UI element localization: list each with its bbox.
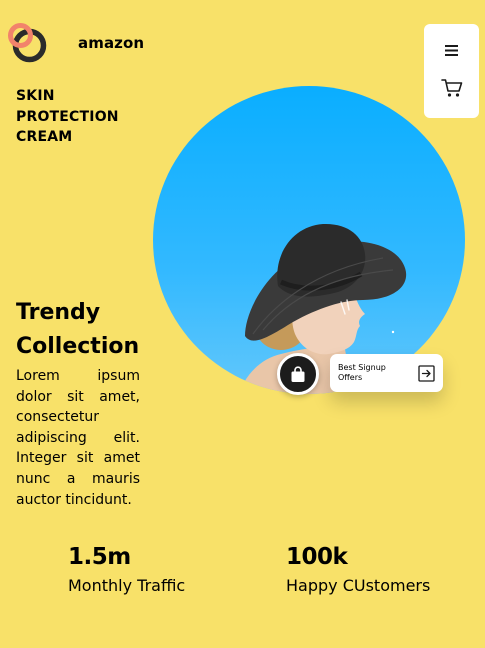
stat-label: Monthly Traffic xyxy=(68,576,186,595)
hero-description: Lorem ipsum dolor sit amet, consectetur … xyxy=(16,368,140,508)
stat-monthly-traffic: 1.5m Monthly Traffic xyxy=(68,542,185,599)
product-title-line: SKIN xyxy=(16,88,55,104)
shopping-bag-icon xyxy=(291,365,305,382)
signup-offers-card[interactable]: Best Signup Offers xyxy=(330,354,443,392)
signup-offers-text: Best Signup Offers xyxy=(338,362,386,383)
stat-label: Happy CUstomers xyxy=(286,576,431,595)
hero-heading-line: Collection xyxy=(16,334,140,359)
stat-value: 1.5m xyxy=(68,544,131,570)
product-title-line: PROTECTION xyxy=(16,108,119,125)
logo-rings-icon xyxy=(8,23,47,63)
hamburger-menu-icon xyxy=(445,44,458,56)
shopping-bag-button[interactable] xyxy=(277,353,319,395)
arrow-right-box-icon xyxy=(417,364,435,382)
product-title: SKIN PROTECTION CREAM xyxy=(16,86,119,148)
model-with-hat-image xyxy=(238,223,407,394)
stat-happy-customers: 100k Happy CUstomers xyxy=(286,542,430,599)
signup-arrow-button[interactable] xyxy=(417,364,435,382)
hero-circle xyxy=(153,86,465,394)
hero-heading-line: Trendy xyxy=(16,300,101,325)
product-title-line: CREAM xyxy=(16,129,73,145)
brand-name[interactable]: amazon xyxy=(78,34,144,52)
hero-heading: Trendy Collection xyxy=(16,296,139,364)
stat-value: 100k xyxy=(286,544,348,570)
menu-button[interactable] xyxy=(441,41,463,59)
logo[interactable] xyxy=(6,22,50,66)
